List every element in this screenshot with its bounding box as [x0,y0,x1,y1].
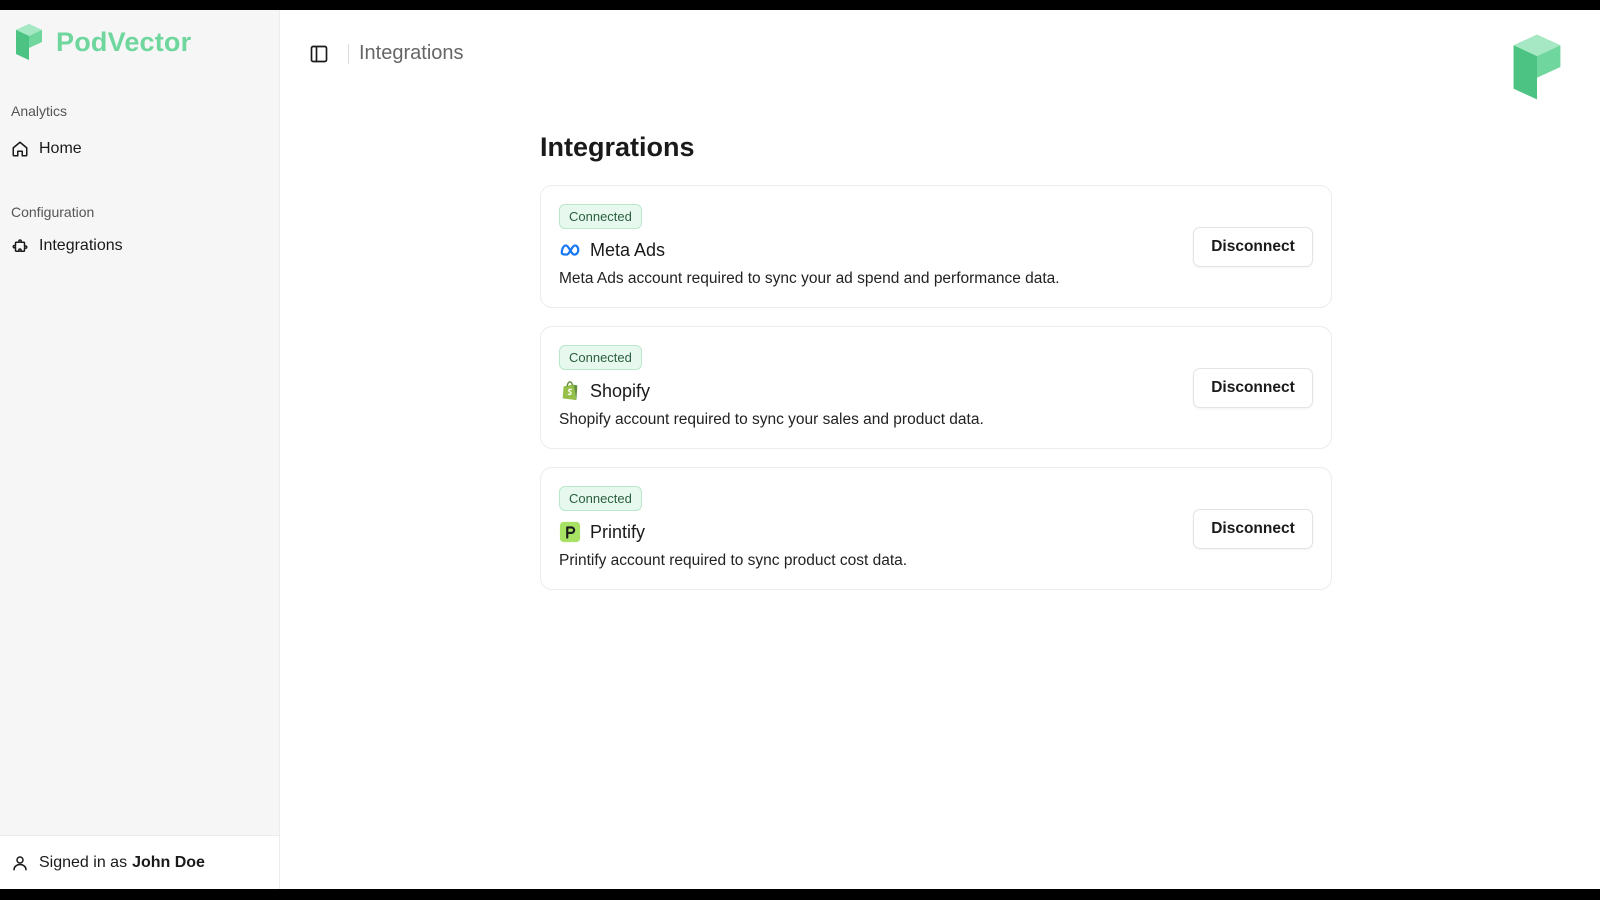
integration-card-shopify: Connected Shopify Shopify account requir… [540,326,1332,449]
integration-title: Meta Ads [559,239,665,261]
integration-title: Shopify [559,380,650,402]
disconnect-button[interactable]: Disconnect [1193,227,1313,267]
status-badge: Connected [559,204,642,229]
sidebar-item-integrations[interactable]: Integrations [11,237,123,255]
integrations-list: Connected Meta Ads Meta Ads account requ… [540,185,1332,608]
sidebar-toggle-icon [310,45,328,62]
disconnect-button[interactable]: Disconnect [1193,368,1313,408]
status-badge: Connected [559,486,642,511]
podvector-logo-icon [16,24,42,60]
brand[interactable]: PodVector [14,24,191,60]
disconnect-button[interactable]: Disconnect [1193,509,1313,549]
status-badge: Connected [559,345,642,370]
integration-description: Meta Ads account required to sync your a… [559,270,1060,287]
main-content: Integrations Integrations Connected Meta… [280,10,1600,889]
integration-name: Shopify [590,380,651,401]
integration-description: Printify account required to sync produc… [559,552,908,569]
shopify-icon [562,381,578,401]
sidebar-item-label: Home [39,140,82,157]
topbar: Integrations [308,42,464,65]
breadcrumb: Integrations [359,42,464,64]
integration-name: Printify [590,521,646,542]
brand-name: PodVector [56,26,192,57]
signed-in-prefix: Signed in as [39,853,128,871]
integration-description: Shopify account required to sync your sa… [559,411,984,428]
podvector-corner-logo-icon [1513,34,1561,100]
integration-card-meta-ads: Connected Meta Ads Meta Ads account requ… [540,185,1332,308]
printify-icon [559,521,581,543]
sidebar: PodVector Analytics Home Configuration I… [0,10,280,889]
integration-card-printify: Connected Printify Printify account requ… [540,467,1332,590]
nav-group-configuration: Configuration [11,204,95,220]
sidebar-item-label: Integrations [39,237,123,254]
app-window: PodVector Analytics Home Configuration I… [0,10,1600,889]
page-title: Integrations [540,132,695,162]
signed-in-user[interactable]: Signed in as John Doe [0,835,279,889]
sidebar-item-home[interactable]: Home [11,140,82,158]
home-icon [12,141,28,157]
topbar-divider [348,43,349,64]
integration-title: Printify [559,521,645,543]
meta-icon [560,244,580,256]
nav-group-analytics: Analytics [11,103,68,119]
puzzle-icon [12,239,28,252]
sidebar-toggle-button[interactable] [308,43,330,65]
integration-name: Meta Ads [590,239,666,260]
signed-in-username: John Doe [132,853,205,871]
user-icon [13,855,27,870]
